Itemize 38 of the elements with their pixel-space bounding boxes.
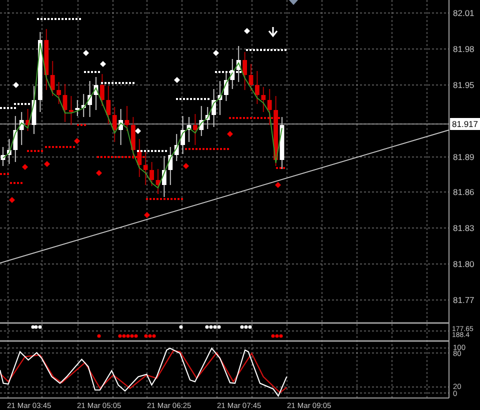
candle [180, 116, 185, 154]
candle [100, 74, 104, 106]
candle [26, 108, 30, 132]
scroll-marker-icon[interactable] [289, 0, 298, 5]
candle [131, 116, 136, 160]
candle [212, 88, 216, 128]
candle [280, 116, 284, 170]
price-label: 81.77 [453, 295, 474, 305]
candle [124, 106, 130, 132]
candle [248, 64, 254, 92]
candle [56, 82, 61, 104]
candle [193, 114, 198, 146]
candle [274, 96, 278, 166]
candle [218, 80, 222, 116]
current-price-label: 81.917 [450, 118, 480, 130]
candle [186, 116, 192, 142]
candle [94, 76, 98, 110]
price-label: 81.89 [453, 152, 474, 162]
price-label: 81.95 [453, 80, 474, 90]
price-label: 81.98 [453, 44, 474, 54]
candle [242, 52, 247, 90]
candle [7, 138, 12, 164]
down-arrow-icon [268, 26, 278, 38]
candle [118, 108, 123, 146]
candle [255, 70, 260, 104]
price-label: 81.80 [453, 259, 474, 269]
candle [32, 86, 36, 134]
candle [62, 84, 68, 122]
candle [162, 156, 166, 198]
price-label: 81.83 [453, 223, 474, 233]
candle [156, 168, 160, 194]
candle [0, 146, 6, 166]
candle [224, 72, 228, 102]
candle [88, 80, 92, 118]
price-label: 82.01 [453, 8, 474, 18]
candle [69, 96, 74, 126]
candle [150, 162, 154, 186]
price-label: 81.86 [453, 187, 474, 197]
